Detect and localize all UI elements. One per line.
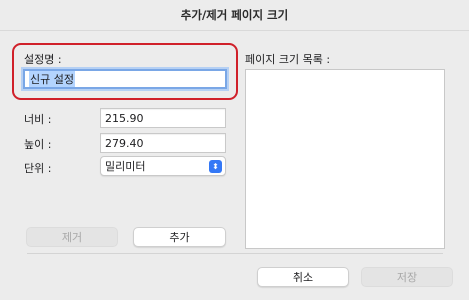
title-bar: 추가/제거 페이지 크기 <box>0 0 469 31</box>
unit-label: 단위 : <box>24 162 52 175</box>
save-button[interactable]: 저장 <box>361 267 453 287</box>
page-size-list[interactable] <box>245 69 445 249</box>
remove-button[interactable]: 제거 <box>26 227 118 247</box>
setting-name-field[interactable]: 신규 설정 <box>23 69 227 89</box>
divider <box>27 253 443 254</box>
window-title: 추가/제거 페이지 크기 <box>180 8 289 22</box>
setting-name-label: 설정명 : <box>24 53 62 66</box>
width-label: 너비 : <box>24 113 52 126</box>
height-field[interactable]: 279.40 <box>100 133 226 153</box>
cancel-button[interactable]: 취소 <box>257 267 349 287</box>
unit-select[interactable]: 밀리미터 ⬍ <box>100 156 226 176</box>
unit-value: 밀리미터 <box>105 160 146 173</box>
add-button[interactable]: 추가 <box>133 227 226 247</box>
height-label: 높이 : <box>24 138 52 151</box>
height-value: 279.40 <box>105 136 144 150</box>
setting-name-value: 신규 설정 <box>29 71 75 87</box>
page-size-list-label: 페이지 크기 목록 : <box>245 53 331 66</box>
width-value: 215.90 <box>105 111 144 125</box>
dialog-body: 설정명 : 신규 설정 너비 : 215.90 높이 : 279.40 단위 :… <box>0 31 469 300</box>
chevron-updown-icon: ⬍ <box>209 160 222 173</box>
width-field[interactable]: 215.90 <box>100 108 226 128</box>
